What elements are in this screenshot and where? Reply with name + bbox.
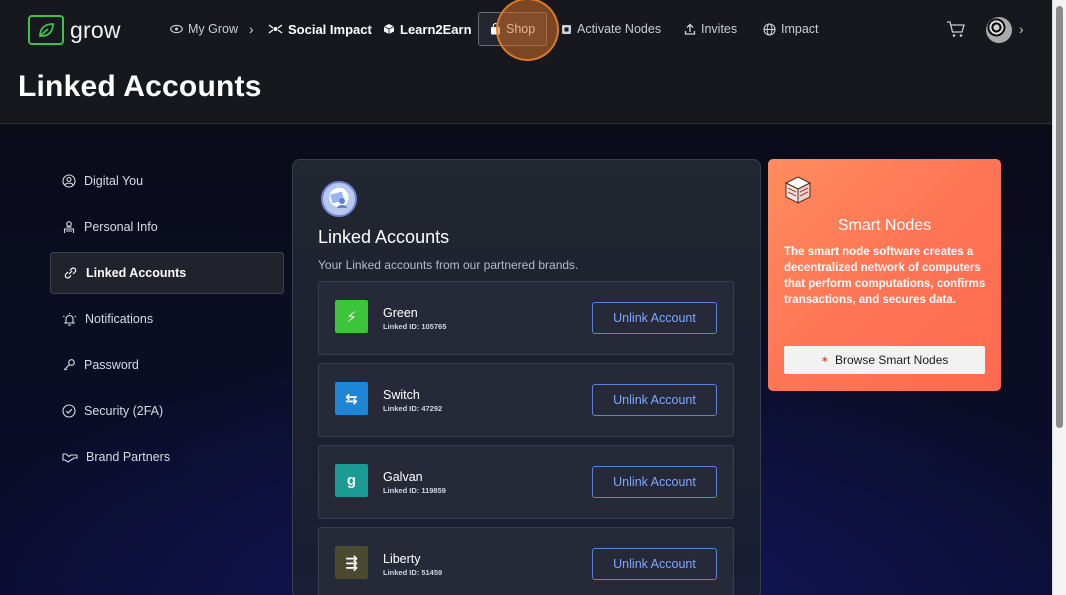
grow-logo[interactable]: grow bbox=[28, 15, 121, 45]
account-linked-id: Linked ID: 47292 bbox=[383, 404, 443, 413]
account-card-switch: ⇆ Switch Linked ID: 47292 Unlink Account bbox=[318, 363, 734, 437]
shopping-bag-icon bbox=[490, 23, 501, 35]
nav-label: My Grow bbox=[188, 22, 238, 36]
switch-logo-icon: ⇆ bbox=[335, 382, 368, 415]
account-name: Green bbox=[383, 306, 418, 320]
server-stack-icon bbox=[784, 175, 812, 205]
account-name: Galvan bbox=[383, 470, 423, 484]
liberty-logo-icon: ⇶ bbox=[335, 546, 368, 579]
sidebar-item-personal-info[interactable]: Personal Info bbox=[50, 206, 284, 248]
nav-label: Activate Nodes bbox=[577, 22, 662, 36]
chevron-right-icon[interactable]: › bbox=[1019, 21, 1024, 37]
nav-invites[interactable]: Invites bbox=[684, 12, 737, 46]
sidebar-item-brand-partners[interactable]: Brand Partners bbox=[50, 436, 284, 478]
account-linked-id: Linked ID: 51459 bbox=[383, 568, 443, 577]
sidebar-item-digital-you[interactable]: Digital You bbox=[50, 160, 284, 202]
sidebar-item-label: Linked Accounts bbox=[86, 266, 187, 280]
globe-icon bbox=[763, 22, 776, 36]
nav-label: Shop bbox=[506, 22, 536, 36]
sidebar-item-password[interactable]: Password bbox=[50, 344, 284, 386]
page-title: Linked Accounts bbox=[18, 70, 262, 103]
smart-nodes-promo-card: Smart Nodes The smart node software crea… bbox=[768, 159, 1001, 391]
nav-label: Impact bbox=[781, 22, 819, 36]
button-label: Browse Smart Nodes bbox=[835, 353, 949, 367]
nav-label: Invites bbox=[701, 22, 738, 36]
sidebar-item-label: Personal Info bbox=[84, 220, 158, 234]
sparkle-icon: ✶ bbox=[820, 354, 829, 366]
sidebar-item-linked-accounts[interactable]: Linked Accounts bbox=[50, 252, 284, 294]
sidebar-item-label: Security (2FA) bbox=[84, 404, 164, 418]
user-circle-icon bbox=[62, 174, 76, 188]
cart-icon[interactable] bbox=[946, 20, 966, 38]
sidebar-item-label: Notifications bbox=[85, 312, 154, 326]
nav-shop[interactable]: Shop bbox=[478, 12, 548, 46]
linked-accounts-badge-icon bbox=[321, 181, 357, 217]
unlink-account-button[interactable]: Unlink Account bbox=[592, 384, 717, 416]
network-icon bbox=[268, 23, 283, 35]
galvan-logo-icon: g bbox=[335, 464, 368, 497]
chevron-right-icon: › bbox=[249, 21, 254, 37]
promo-description: The smart node software creates a decent… bbox=[784, 246, 986, 306]
unlink-account-button[interactable]: Unlink Account bbox=[592, 466, 717, 498]
nav-learn2earn[interactable]: Learn2Earn bbox=[383, 12, 472, 46]
nav-social-impact[interactable]: Social Impact bbox=[268, 12, 372, 46]
account-card-galvan: g Galvan Linked ID: 119859 Unlink Accoun… bbox=[318, 445, 734, 519]
key-icon bbox=[63, 359, 75, 371]
unlink-account-button[interactable]: Unlink Account bbox=[592, 302, 717, 334]
node-icon bbox=[561, 24, 572, 35]
sidebar-item-label: Digital You bbox=[84, 174, 144, 188]
top-header: grow My Grow › Social Impact Learn2Earn bbox=[0, 0, 1052, 124]
promo-title: Smart Nodes bbox=[837, 217, 932, 234]
sidebar-item-notifications[interactable]: Notifications bbox=[50, 298, 284, 340]
linked-accounts-panel: Linked Accounts Your Linked accounts fro… bbox=[292, 159, 761, 595]
shield-check-icon bbox=[62, 404, 76, 418]
link-icon bbox=[64, 267, 77, 279]
nav-label: Learn2Earn bbox=[400, 21, 472, 37]
nav-my-grow[interactable]: My Grow › bbox=[170, 12, 254, 46]
sidebar-item-label: Brand Partners bbox=[86, 450, 171, 464]
id-badge-icon bbox=[63, 221, 75, 233]
cube-icon bbox=[383, 23, 395, 35]
panel-subtitle: Your Linked accounts from our partnered … bbox=[318, 258, 579, 272]
account-card-liberty: ⇶ Liberty Linked ID: 51459 Unlink Accoun… bbox=[318, 527, 734, 595]
bell-icon bbox=[62, 312, 77, 326]
scrollbar-thumb[interactable] bbox=[1056, 6, 1063, 428]
sidebar-item-security-2fa[interactable]: Security (2FA) bbox=[50, 390, 284, 432]
upload-icon bbox=[684, 23, 696, 35]
account-name: Switch bbox=[383, 388, 420, 402]
unlink-account-button[interactable]: Unlink Account bbox=[592, 548, 717, 580]
panel-title: Linked Accounts bbox=[318, 227, 450, 247]
nav-impact[interactable]: Impact bbox=[763, 12, 819, 46]
browse-smart-nodes-button[interactable]: ✶ Browse Smart Nodes bbox=[784, 346, 985, 374]
nav-activate-nodes[interactable]: Activate Nodes bbox=[561, 12, 661, 46]
logo-text: grow bbox=[70, 16, 121, 43]
handshake-icon bbox=[62, 453, 78, 463]
account-linked-id: Linked ID: 105765 bbox=[383, 322, 447, 331]
avatar[interactable] bbox=[986, 17, 1012, 43]
account-linked-id: Linked ID: 119859 bbox=[383, 486, 446, 495]
nav-label: Social Impact bbox=[288, 21, 372, 37]
leaf-icon bbox=[28, 15, 64, 45]
sidebar-item-label: Password bbox=[84, 358, 139, 372]
account-card-green: ⚡ Green Linked ID: 105765 Unlink Account bbox=[318, 281, 734, 355]
green-logo-icon: ⚡ bbox=[335, 300, 368, 333]
account-name: Liberty bbox=[383, 552, 421, 566]
eye-icon bbox=[170, 24, 183, 34]
